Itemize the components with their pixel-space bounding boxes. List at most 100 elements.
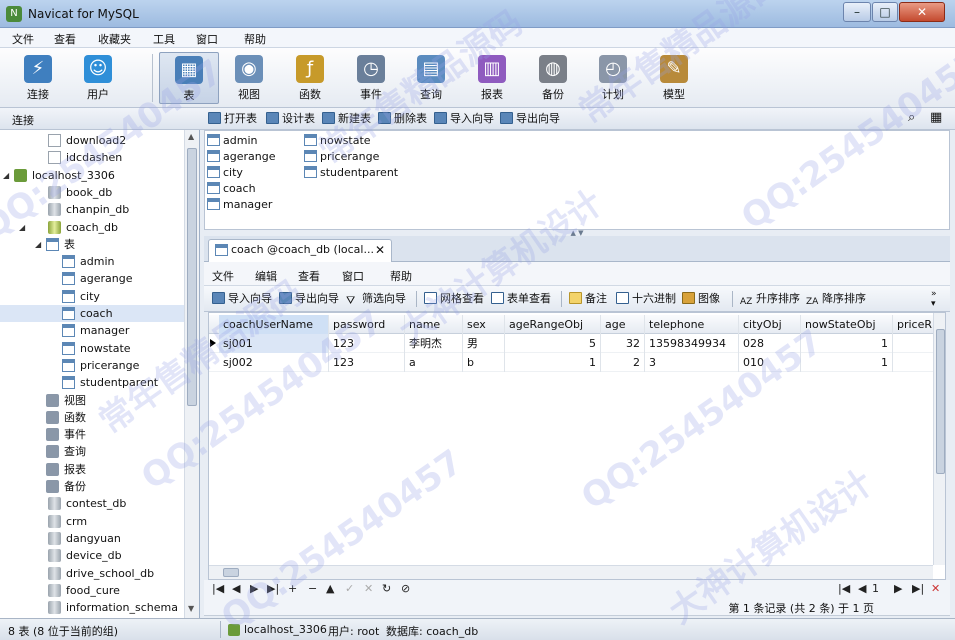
toolbar-event-button[interactable]: ◷ 事件 [345,52,397,104]
object-item-studentparent[interactable]: studentparent [304,165,398,181]
tree-item[interactable]: pricerange [0,357,184,374]
tree-item[interactable]: ◢ coach_db [0,219,184,236]
column-header[interactable]: name [405,315,463,334]
column-header[interactable]: password [329,315,405,334]
last-record-button[interactable]: ▶| [267,582,279,595]
object-item-city[interactable]: city [207,165,243,181]
tab-close-icon[interactable]: ✕ [375,240,385,260]
image-button[interactable]: 图像 [682,291,720,307]
inner-menu-view[interactable]: 查看 [298,268,320,284]
object-item-pricerange[interactable]: pricerange [304,149,379,165]
toolbar-connection-button[interactable]: ⚡ 连接 [12,52,64,104]
grid-v-scroll-thumb[interactable] [936,329,945,474]
new-table-button[interactable]: 新建表 [322,111,371,127]
delete-record-button[interactable]: − [308,582,317,595]
tree-item[interactable]: device_db [0,547,184,564]
tree-item[interactable]: studentparent [0,374,184,391]
open-table-button[interactable]: 打开表 [208,111,257,127]
grid-vertical-scrollbar[interactable] [933,313,945,565]
table-cell[interactable]: sj001 [219,334,329,353]
tree-item[interactable]: idcdashen [0,149,184,166]
export-wizard-button[interactable]: 导出向导 [500,111,560,127]
grid-horizontal-scrollbar[interactable] [209,565,933,579]
expand-arrow-icon[interactable]: ◢ [35,240,44,249]
maximize-button[interactable]: □ [872,2,898,22]
prev-record-button[interactable]: ◀ [232,582,240,595]
discard-changes-button[interactable]: ✕ [364,582,373,595]
import-wizard-button[interactable]: 导入向导 [434,111,494,127]
view-toggle-icon[interactable]: ▦ [930,110,942,125]
toolbar-report-button[interactable]: ▥ 报表 [466,52,518,104]
toolbar-user-button[interactable]: ☺ 用户 [72,52,124,104]
menu-file[interactable]: 文件 [12,31,34,47]
prev-page-button[interactable]: ◀ [858,582,866,595]
menu-view[interactable]: 查看 [54,31,76,47]
tree-scroll-thumb[interactable] [187,148,197,406]
table-cell[interactable]: 123 [329,334,405,353]
filter-wizard-button[interactable]: ⛛ 筛选向导 [346,291,406,307]
table-cell[interactable]: 1 [801,353,893,372]
column-header[interactable]: age [601,315,645,334]
design-table-button[interactable]: 设计表 [266,111,315,127]
tree-item[interactable]: information_schema [0,599,184,616]
edit-record-button[interactable]: ▲ [326,582,334,595]
tree-item[interactable]: dangyuan [0,530,184,547]
menu-favorites[interactable]: 收藏夹 [98,31,131,47]
tree-item[interactable]: book_db [0,184,184,201]
delete-table-button[interactable]: 删除表 [378,111,427,127]
tree-item[interactable]: crm [0,513,184,530]
tree-item[interactable]: coach [0,305,184,322]
tree-item[interactable]: 备份 [0,478,184,495]
object-item-nowstate[interactable]: nowstate [304,133,371,149]
object-item-coach[interactable]: coach [207,181,256,197]
minimize-button[interactable]: – [843,2,871,22]
object-item-manager[interactable]: manager [207,197,272,213]
tree-item[interactable]: agerange [0,270,184,287]
grid-view-button[interactable]: 网格查看 [424,291,484,307]
table-cell[interactable]: 010 [739,353,801,372]
table-cell[interactable]: sj002 [219,353,329,372]
scroll-down-icon[interactable]: ▼ [188,604,194,613]
table-cell[interactable]: 1 [801,334,893,353]
column-header[interactable]: nowStateObj [801,315,893,334]
toolbar-model-button[interactable]: ✎ 模型 [648,52,700,104]
first-record-button[interactable]: |◀ [212,582,224,595]
table-cell[interactable]: 32 [601,334,645,353]
table-cell[interactable]: a [405,353,463,372]
toolbar-view-button[interactable]: ◉ 视图 [223,52,275,104]
sort-descending-button[interactable]: ZA 降序排序 [806,291,866,307]
stop-button[interactable]: ⊘ [401,582,410,595]
apply-changes-button[interactable]: ✓ [345,582,354,595]
tree-item[interactable]: download2 [0,132,184,149]
table-row[interactable]: sj001 123 李明杰男 5 32 13598349934 028 1 [209,334,943,353]
menu-help[interactable]: 帮助 [244,31,266,47]
inner-menu-edit[interactable]: 编辑 [255,268,277,284]
last-page-button[interactable]: ▶| [912,582,924,595]
column-header[interactable]: telephone [645,315,739,334]
column-header[interactable]: ageRangeObj [505,315,601,334]
first-page-button[interactable]: |◀ [838,582,850,595]
tree-scrollbar[interactable]: ▲ ▼ [184,130,199,618]
refresh-button[interactable]: ↻ [382,582,391,595]
expand-arrow-icon[interactable]: ◢ [3,171,12,180]
toolbar-query-button[interactable]: ▤ 查询 [405,52,457,104]
inner-menu-window[interactable]: 窗口 [342,268,364,284]
inner-menu-file[interactable]: 文件 [212,268,234,284]
tree-item[interactable]: contest_db [0,495,184,512]
table-cell[interactable]: 3 [645,353,739,372]
column-header[interactable]: coachUserName [219,315,329,334]
inner-import-wizard-button[interactable]: 导入向导 [212,291,272,307]
table-cell[interactable]: 5 [505,334,601,353]
page-number[interactable]: 1 [872,582,879,595]
tree-item[interactable]: admin [0,253,184,270]
next-record-button[interactable]: ▶ [250,582,258,595]
tab-coach-table[interactable]: coach @coach_db (local... ✕ [208,239,392,262]
close-pager-icon[interactable]: ✕ [931,582,940,595]
form-view-button[interactable]: 表单查看 [491,291,551,307]
tree-item[interactable]: manager [0,322,184,339]
inner-export-wizard-button[interactable]: 导出向导 [279,291,339,307]
table-cell[interactable]: 2 [601,353,645,372]
next-page-button[interactable]: ▶ [894,582,902,595]
table-row[interactable]: sj002 123 a b 1 2 3 010 1 [209,353,943,372]
tree-item[interactable]: ◢ localhost_3306 [0,167,184,184]
